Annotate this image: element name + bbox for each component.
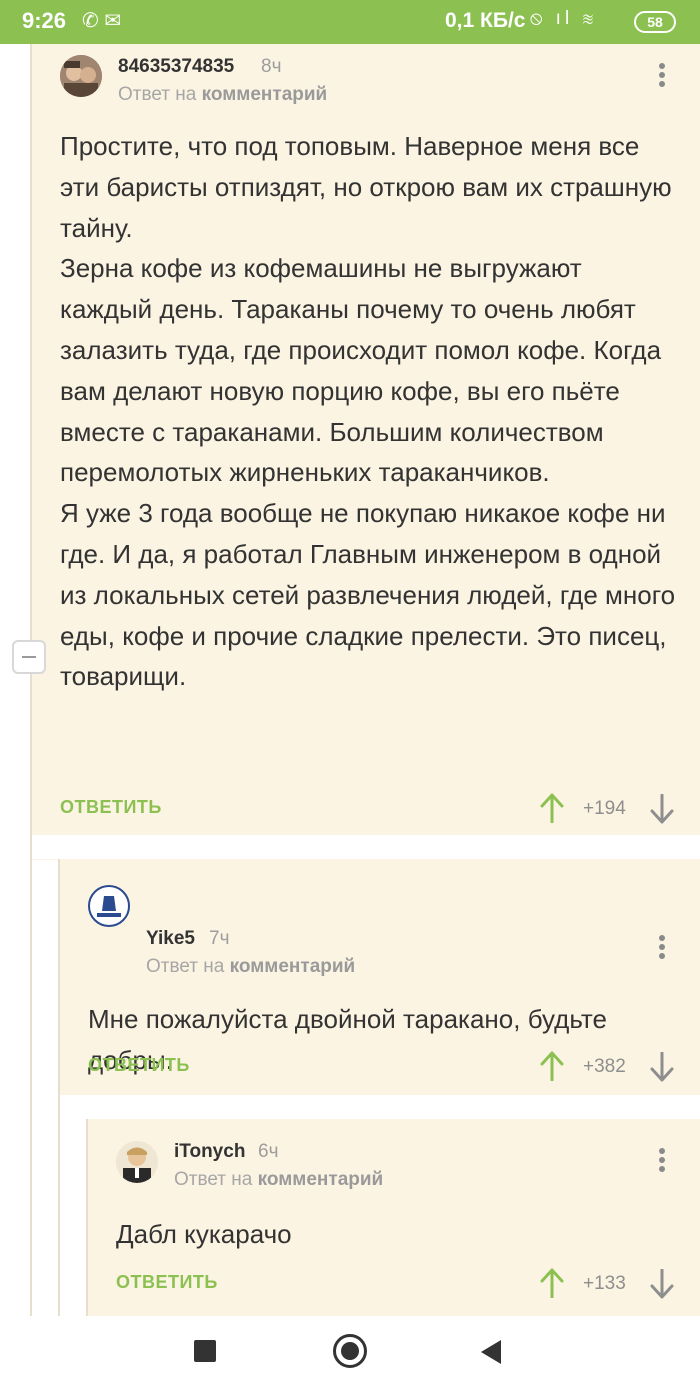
- comment-body: Дабл кукарачо: [116, 1214, 676, 1255]
- network-speed: 0,1 КБ/с: [445, 9, 526, 32]
- reply-to-link[interactable]: Ответ на комментарий: [146, 956, 355, 978]
- home-icon[interactable]: [333, 1334, 367, 1368]
- reply-to-target: комментарий: [201, 84, 328, 105]
- reply-to-link[interactable]: Ответ на комментарий: [118, 84, 327, 106]
- avatar[interactable]: [116, 1141, 158, 1183]
- comment: Yike5 7ч Ответ на комментарий Мне пожалу…: [0, 859, 700, 1104]
- arrow-up-icon[interactable]: [540, 1051, 564, 1081]
- comment-paragraph: Дабл кукарачо: [116, 1219, 292, 1249]
- arrow-down-icon[interactable]: [650, 1269, 674, 1299]
- avatar[interactable]: [88, 885, 130, 927]
- back-icon[interactable]: [481, 1340, 501, 1364]
- comment-username[interactable]: Yike5: [146, 928, 195, 950]
- comment-time: 8ч: [261, 56, 282, 77]
- status-time: 9:26: [22, 8, 67, 33]
- signal-wifi-icons: ⦸ ıl ≋: [530, 8, 598, 29]
- comment-paragraph: Я уже 3 года вообще не покупаю никакое к…: [60, 498, 676, 692]
- reply-button[interactable]: ОТВЕТИТЬ: [60, 797, 162, 818]
- reply-button[interactable]: ОТВЕТИТЬ: [88, 1055, 190, 1076]
- reply-to-prefix: Ответ на: [174, 1169, 253, 1190]
- comment-paragraph: Простите, что под топовым. Наверное меня…: [60, 131, 672, 243]
- comment-username[interactable]: 84635374835: [118, 56, 234, 78]
- reply-to-target: комментарий: [257, 1169, 384, 1190]
- comment-thread: 84635374835 8ч Ответ на комментарий Прос…: [0, 44, 700, 1316]
- comment: 84635374835 8ч Ответ на комментарий Прос…: [0, 44, 700, 844]
- arrow-down-icon[interactable]: [650, 1052, 674, 1082]
- arrow-down-icon[interactable]: [650, 794, 674, 824]
- reply-to-prefix: Ответ на: [146, 956, 225, 977]
- comment-time: 6ч: [258, 1141, 279, 1162]
- recent-apps-icon[interactable]: [194, 1340, 216, 1362]
- reply-to-prefix: Ответ на: [118, 84, 197, 105]
- more-vert-icon[interactable]: [658, 63, 666, 93]
- arrow-up-icon[interactable]: [540, 1268, 564, 1298]
- more-vert-icon[interactable]: [658, 1148, 666, 1178]
- comment-username[interactable]: iTonych: [174, 1141, 245, 1163]
- reply-to-target: комментарий: [229, 956, 356, 977]
- comment-rating: +133: [583, 1273, 626, 1294]
- comment-paragraph: Зерна кофе из кофемашины не выгружают ка…: [60, 253, 662, 488]
- comment-rating: +382: [583, 1056, 626, 1077]
- system-navigation-bar: [0, 1316, 700, 1400]
- comment: iTonych 6ч Ответ на комментарий Дабл кук…: [0, 1119, 700, 1316]
- notification-icons: ✆ ✉: [82, 10, 122, 32]
- battery-icon: 58: [634, 11, 676, 33]
- status-bar: 9:26 ✆ ✉ 0,1 КБ/с ⦸ ıl ≋ 58: [0, 0, 700, 44]
- arrow-up-icon[interactable]: [540, 793, 564, 823]
- comment-time: 7ч: [209, 928, 230, 949]
- reply-to-link[interactable]: Ответ на комментарий: [174, 1169, 383, 1191]
- reply-button[interactable]: ОТВЕТИТЬ: [116, 1272, 218, 1293]
- comment-body: Простите, что под топовым. Наверное меня…: [60, 126, 678, 697]
- more-vert-icon[interactable]: [658, 935, 666, 965]
- comment-rating: +194: [583, 798, 626, 819]
- avatar[interactable]: [60, 55, 102, 97]
